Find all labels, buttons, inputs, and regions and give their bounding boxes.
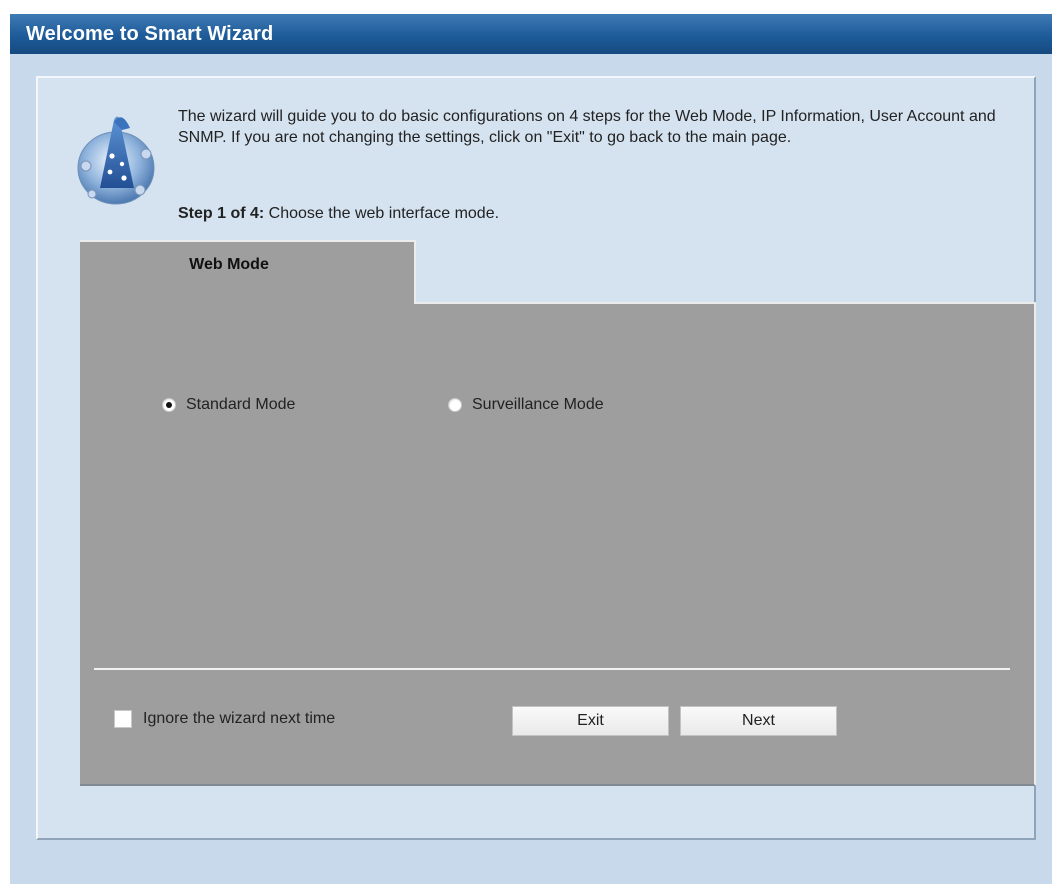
surveillance-mode-option[interactable]: Surveillance Mode: [448, 396, 604, 414]
tab-web-mode[interactable]: Web Mode: [80, 240, 416, 304]
smart-wizard-window: Welcome to Smart Wizard The wizard will …: [10, 14, 1052, 884]
ignore-wizard-label: Ignore the wizard next time: [143, 710, 336, 727]
surveillance-mode-label: Surveillance Mode: [472, 396, 604, 413]
intro-text: The wizard will guide you to do basic co…: [178, 108, 996, 146]
step-indicator: Step 1 of 4: Choose the web interface mo…: [178, 205, 499, 223]
web-mode-content: Standard Mode Surveillance Mode Ignore t…: [80, 302, 1036, 786]
step-description: Choose the web interface mode.: [264, 205, 500, 222]
wizard-icon: [77, 116, 155, 205]
ignore-wizard-option[interactable]: Ignore the wizard next time: [114, 710, 335, 728]
surveillance-mode-radio[interactable]: [448, 398, 462, 412]
wizard-panel: The wizard will guide you to do basic co…: [36, 76, 1036, 840]
standard-mode-radio[interactable]: [162, 398, 176, 412]
window-title: Welcome to Smart Wizard: [10, 14, 1052, 54]
next-button[interactable]: Next: [680, 706, 837, 736]
standard-mode-label: Standard Mode: [186, 396, 296, 413]
exit-button[interactable]: Exit: [512, 706, 669, 736]
ignore-wizard-checkbox[interactable]: [114, 710, 132, 728]
divider: [94, 668, 1010, 670]
step-prefix: Step 1 of 4:: [178, 205, 265, 222]
standard-mode-option[interactable]: Standard Mode: [162, 396, 295, 414]
tab-join: [80, 302, 414, 304]
